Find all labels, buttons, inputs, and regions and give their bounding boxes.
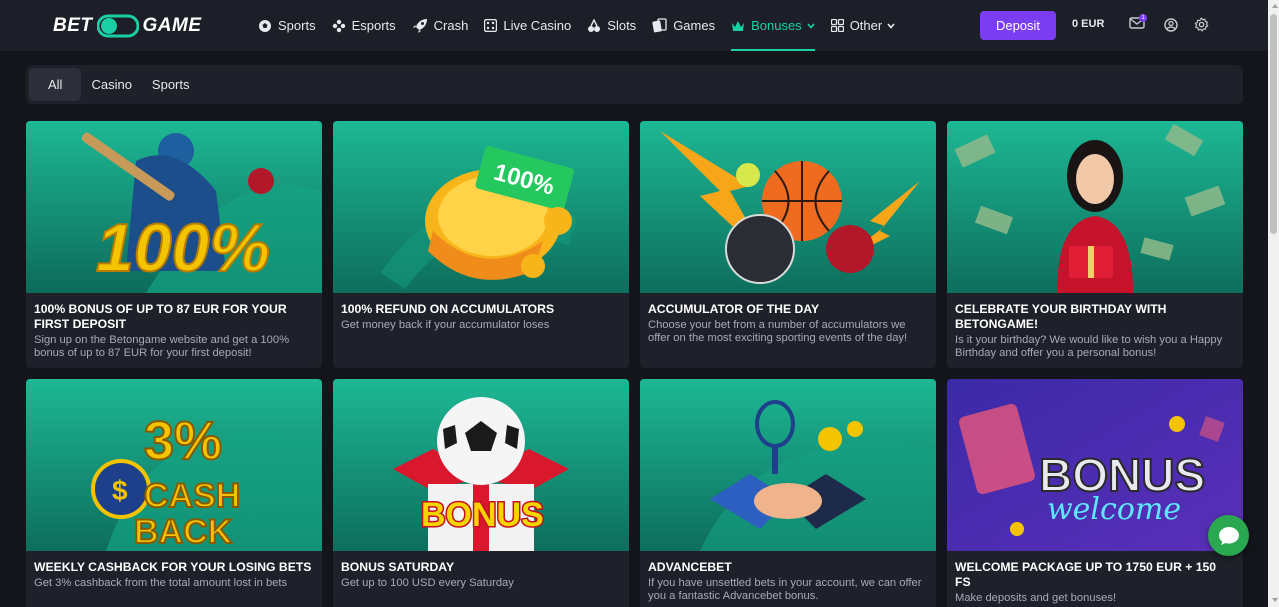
nav-bonuses[interactable]: Bonuses — [731, 0, 815, 51]
logo-on: ON — [96, 14, 139, 38]
nav-live-casino-label: Live Casino — [503, 18, 572, 33]
bonus-filter-tabs: All Casino Sports — [26, 65, 1243, 104]
bonus-card-title: WELCOME PACKAGE UP TO 1750 EUR + 150 FS — [955, 560, 1217, 589]
bonus-card-description: Make deposits and get bonuses! — [955, 592, 1117, 604]
image-back-text: BACK — [134, 513, 233, 551]
sport-balls-image — [640, 121, 936, 293]
gear-icon[interactable] — [1194, 17, 1209, 32]
live-casino-icon — [484, 19, 498, 32]
nav-games-label: Games — [673, 18, 716, 33]
user-profile-icon[interactable] — [1164, 18, 1178, 32]
nav-slots[interactable]: Slots — [587, 0, 636, 51]
nav-crash-label: Crash — [433, 18, 469, 33]
bonus-card-description: Get 3% cashback from the total amount lo… — [34, 577, 288, 589]
nav-esports[interactable]: Esports — [332, 0, 396, 51]
crown-icon — [732, 20, 745, 31]
nav-slots-label: Slots — [607, 18, 637, 33]
esports-icon — [332, 19, 345, 32]
refund-coins-image: 100% — [333, 121, 629, 293]
bonus-card-description: Get up to 100 USD every Saturday — [341, 577, 514, 589]
nav-esports-label: Esports — [351, 18, 396, 33]
tab-casino[interactable]: Casino — [81, 68, 141, 101]
main-nav: Sports Esports Crash Live Casino Slots G… — [258, 0, 911, 51]
bonus-card-title: 100% REFUND ON ACCUMULATORS — [341, 302, 555, 316]
balance-display[interactable]: 0 EUR — [1072, 18, 1104, 30]
nav-games[interactable]: Games — [652, 0, 715, 51]
image-welcome-text: welcome — [1047, 492, 1181, 527]
bonus-card-image — [640, 121, 936, 293]
birthday-woman-gift-image — [947, 121, 1243, 293]
top-header: BET ON GAME Sports Esports Crash Live Ca… — [0, 0, 1268, 51]
nav-other[interactable]: Other — [830, 0, 896, 51]
bonus-card-image: BONUS welcome — [947, 379, 1243, 551]
nav-other-label: Other — [849, 18, 883, 33]
chevron-down-icon — [887, 22, 895, 29]
image-100-percent-text: 100% — [96, 210, 270, 286]
chevron-down-icon — [807, 22, 815, 29]
scroll-down-arrow-icon[interactable] — [1272, 598, 1278, 602]
bonus-card-image: $ 3% CASH BACK — [26, 379, 322, 551]
image-bonus-text: BONUS — [421, 496, 544, 534]
bonus-card-image: 100% — [333, 121, 629, 293]
scroll-up-arrow-icon[interactable] — [1272, 4, 1278, 8]
bonus-card[interactable]: CELEBRATE YOUR BIRTHDAY WITH BETONGAME! … — [947, 121, 1243, 368]
bonus-welcome-image: BONUS welcome — [947, 379, 1243, 551]
bonus-card[interactable]: 100% 100% REFUND ON ACCUMULATORS Get mon… — [333, 121, 629, 368]
logo-text-bet: BET — [53, 15, 93, 36]
bonus-card-description: If you have unsettled bets in your accou… — [648, 577, 922, 602]
cashback-image: $ 3% CASH BACK — [26, 379, 322, 551]
bonus-card-title: 100% BONUS OF UP TO 87 EUR FOR YOUR FIRS… — [34, 302, 287, 331]
chat-bubble-icon — [1218, 526, 1239, 545]
bonus-card-description: Get money back if your accumulator loses — [341, 319, 550, 331]
bonus-card-title: BONUS SATURDAY — [341, 560, 455, 574]
soccer-ball-icon — [259, 19, 271, 32]
bonus-card-image — [640, 379, 936, 551]
tab-all[interactable]: All — [29, 68, 82, 101]
bonus-card[interactable]: ACCUMULATOR OF THE DAY Choose your bet f… — [640, 121, 936, 368]
bonus-card-title: ADVANCEBET — [648, 560, 732, 574]
logo-toggle-icon — [96, 14, 139, 38]
soccer-gift-box-image: BONUS — [333, 379, 629, 551]
slots-icon — [588, 18, 601, 32]
bonus-card-description: Choose your bet from a number of accumul… — [648, 319, 908, 344]
svg-text:$: $ — [112, 475, 128, 506]
cricket-player-image: 100% — [26, 121, 322, 293]
image-3-percent-text: 3% — [144, 411, 222, 471]
live-chat-button[interactable] — [1208, 515, 1249, 556]
bonus-card-title: ACCUMULATOR OF THE DAY — [648, 302, 820, 316]
nav-crash[interactable]: Crash — [412, 0, 469, 51]
bonus-card-title: CELEBRATE YOUR BIRTHDAY WITH BETONGAME! — [955, 302, 1167, 331]
grid-icon — [830, 19, 844, 32]
bonus-card-title: WEEKLY CASHBACK FOR YOUR LOSING BETS — [34, 560, 312, 574]
nav-sports-label: Sports — [278, 18, 316, 33]
scroll-thumb[interactable] — [1270, 14, 1277, 234]
tab-sports[interactable]: Sports — [142, 68, 200, 101]
bonus-card[interactable]: BONUS BONUS SATURDAY Get up to 100 USD e… — [333, 379, 629, 607]
bonus-card-image: 100% — [26, 121, 322, 293]
cards-icon — [652, 18, 667, 33]
nav-live-casino[interactable]: Live Casino — [484, 0, 571, 51]
logo-text-game: GAME — [142, 15, 202, 36]
bonus-card[interactable]: 100% 100% BONUS OF UP TO 87 EUR FOR YOUR… — [26, 121, 322, 368]
nav-bonuses-label: Bonuses — [751, 18, 802, 33]
handshake-image — [640, 379, 936, 551]
nav-sports[interactable]: Sports — [258, 0, 316, 51]
bonus-card-description: Sign up on the Betongame website and get… — [34, 334, 290, 359]
bonus-card[interactable]: ADVANCEBET If you have unsettled bets in… — [640, 379, 936, 607]
notification-badge: 1 — [1139, 14, 1147, 22]
bonus-card[interactable]: $ 3% CASH BACK WEEKLY CASHBACK FOR YOUR … — [26, 379, 322, 607]
bonus-card-description: Is it your birthday? We would like to wi… — [955, 334, 1223, 359]
bonus-card[interactable]: BONUS welcome WELCOME PACKAGE UP TO 1750… — [947, 379, 1243, 607]
image-cash-text: CASH — [144, 477, 240, 515]
bonus-card-image — [947, 121, 1243, 293]
deposit-button[interactable]: Deposit — [980, 11, 1056, 40]
bonus-card-image: BONUS — [333, 379, 629, 551]
betongame-logo[interactable]: BET ON GAME — [53, 13, 202, 39]
rocket-icon — [412, 18, 427, 33]
